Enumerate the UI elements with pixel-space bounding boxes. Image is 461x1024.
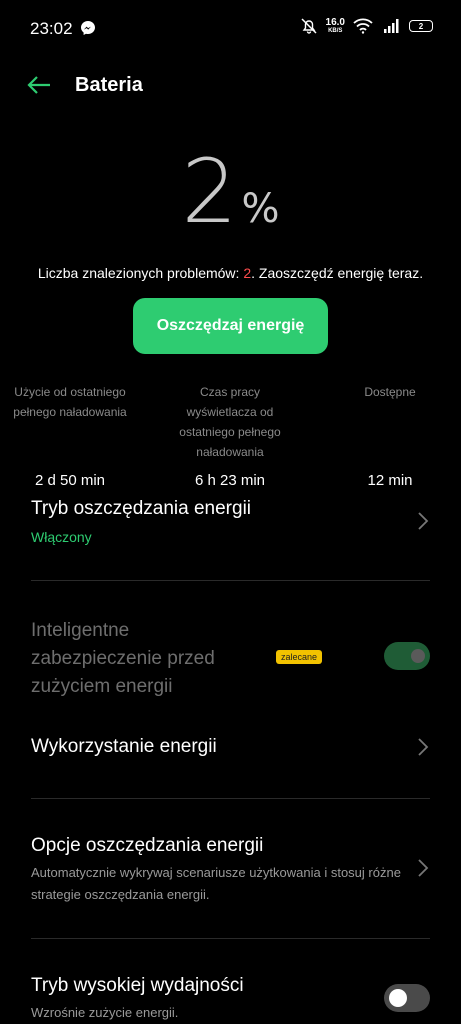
stat-usage-since-charge: Użycie od ostatniego pełnego naładowania (6, 382, 134, 422)
divider (31, 938, 430, 939)
save-energy-button[interactable]: Oszczędzaj energię (133, 298, 328, 354)
divider (31, 580, 430, 581)
battery-icon: 2 (409, 20, 433, 32)
stat-available: Dostępne (340, 382, 440, 402)
chevron-right-icon (418, 738, 429, 756)
toggle-knob (411, 649, 425, 663)
power-saving-mode-title: Tryb oszczędzania energii (31, 498, 252, 519)
mute-icon (301, 18, 317, 34)
stat-value-available: 12 min (367, 472, 413, 489)
problems-suffix: . Zaoszczędź energię teraz. (251, 265, 424, 281)
stat-label: Użycie od ostatniego pełnego naładowania (13, 385, 127, 419)
status-icons: 16.0 KB/S 2 (300, 17, 433, 35)
wifi-icon (353, 18, 373, 34)
problems-message: Liczba znalezionych problemów: 2. Zaoszc… (0, 265, 461, 281)
back-arrow-icon[interactable] (26, 74, 52, 96)
header: Bateria (0, 66, 461, 106)
chevron-right-icon (418, 859, 429, 877)
stat-value-screen: 6 h 23 min (194, 472, 266, 489)
saving-options-title: Opcje oszczędzania energii (31, 835, 264, 856)
high-performance-description: Wzrośnie zużycie energii. (31, 1005, 179, 1020)
messenger-icon (81, 21, 95, 35)
smart-protection-toggle[interactable] (384, 642, 430, 670)
stat-label: Dostępne (364, 385, 416, 399)
divider (31, 798, 430, 799)
recommended-badge: zalecane (276, 650, 323, 664)
high-performance-title: Tryb wysokiej wydajności (31, 975, 244, 996)
power-saving-mode-status: Włączony (31, 529, 92, 545)
battery-percent-value: 2 (181, 140, 237, 243)
problems-count: 2 (243, 265, 252, 281)
network-speed-value: 16.0 (325, 17, 345, 28)
battery-percent-sign: % (241, 186, 280, 232)
toggle-knob (389, 989, 407, 1007)
stat-screen-time: Czas pracy wyświetlacza od ostatniego pe… (165, 382, 295, 462)
saving-options-description: Automatycznie wykrywaj scenariusze użytk… (31, 865, 401, 902)
status-bar: 23:02 16.0 KB/S 2 (0, 0, 461, 56)
network-speed-unit: KB/S (328, 28, 343, 34)
battery-percentage: 2% (0, 140, 461, 243)
stat-value-usage: 2 d 50 min (34, 472, 106, 489)
page-title: Bateria (75, 74, 143, 96)
stat-label: Czas pracy wyświetlacza od ostatniego pe… (179, 385, 281, 459)
smart-protection-title: Inteligentne zabezpieczenie przed zużyci… (31, 620, 215, 697)
problems-prefix: Liczba znalezionych problemów: (37, 265, 244, 281)
network-speed: 16.0 KB/S (325, 17, 345, 35)
chevron-right-icon (418, 512, 429, 530)
power-usage-title: Wykorzystanie energii (31, 736, 217, 757)
signal-icon (384, 19, 399, 33)
status-time: 23:02 (30, 19, 73, 38)
high-performance-toggle[interactable] (384, 984, 430, 1012)
